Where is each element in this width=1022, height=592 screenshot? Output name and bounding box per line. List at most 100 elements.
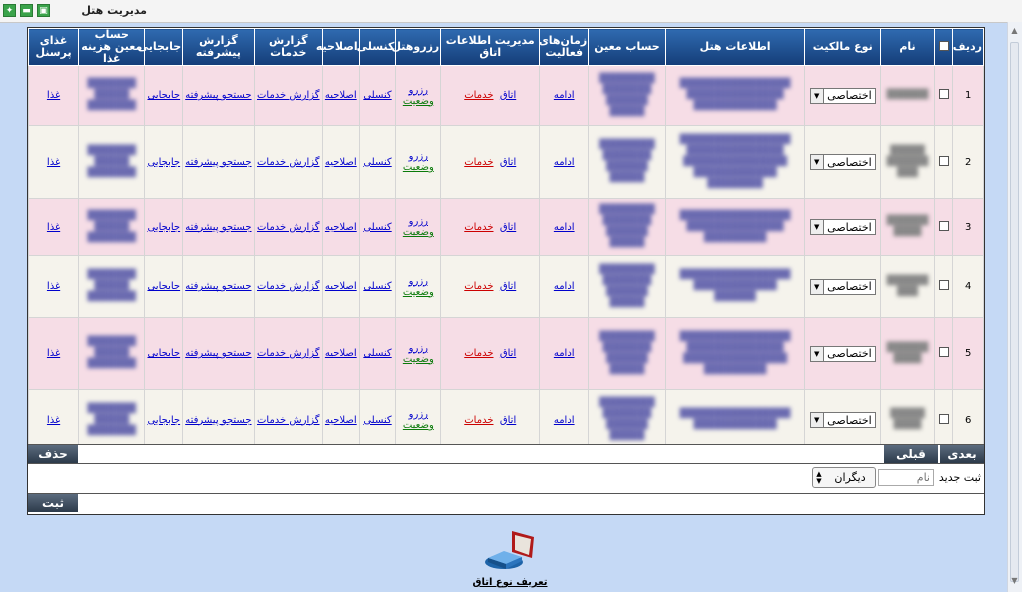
service-report-link[interactable]: گزارش خدمات — [257, 222, 320, 233]
row-account[interactable]: ████████ ███████ ██████ █████ — [588, 125, 666, 199]
status-link[interactable]: وضعیت — [403, 287, 434, 298]
row-continue-cell[interactable]: ادامه — [539, 125, 590, 199]
row-cancel-cell[interactable]: کنسلی — [358, 65, 397, 126]
advanced-search-link[interactable]: جستجو پیشرفته — [185, 157, 251, 168]
room-link[interactable]: اتاق — [500, 281, 516, 292]
scroll-down-icon[interactable]: ▼ — [1010, 576, 1019, 588]
scroll-thumb[interactable] — [1010, 42, 1019, 582]
row-amend-cell[interactable]: اصلاحیه — [321, 198, 360, 256]
amend-link[interactable]: اصلاحیه — [325, 157, 357, 168]
reserve-link[interactable]: رزرو — [409, 216, 428, 227]
continue-link[interactable]: ادامه — [554, 415, 575, 426]
transfer-link[interactable]: جابجایی — [147, 281, 180, 292]
services-link[interactable]: خدمات — [464, 415, 493, 426]
row-checkbox-cell[interactable] — [934, 389, 954, 451]
row-food-cell[interactable]: غذا — [28, 198, 80, 256]
reserve-link[interactable]: رزرو — [409, 85, 428, 96]
ownership-select[interactable]: اختصاصی ▼ — [809, 87, 876, 104]
room-link[interactable]: اتاق — [500, 348, 516, 359]
row-checkbox[interactable] — [938, 413, 949, 424]
row-ownership-cell[interactable]: اختصاصی ▼ — [804, 198, 881, 256]
vertical-scrollbar[interactable]: ▲ ▼ — [1007, 22, 1022, 592]
cancel-link[interactable]: کنسلی — [363, 222, 391, 233]
row-amend-cell[interactable]: اصلاحیه — [321, 255, 360, 318]
row-continue-cell[interactable]: ادامه — [539, 255, 590, 318]
row-amend-cell[interactable]: اصلاحیه — [321, 65, 360, 126]
services-link[interactable]: خدمات — [464, 157, 493, 168]
spinner-icon[interactable]: ▲ ▼ — [813, 470, 825, 485]
row-service-report-cell[interactable]: گزارش خدمات — [253, 389, 323, 451]
row-checkbox-cell[interactable] — [934, 255, 954, 318]
services-link[interactable]: خدمات — [464, 348, 493, 359]
row-advanced-search-cell[interactable]: جستجو پیشرفته — [182, 125, 255, 199]
row-account[interactable]: ████████ ███████ ██████ █████ — [588, 317, 666, 390]
advanced-search-link[interactable]: جستجو پیشرفته — [185, 348, 251, 359]
row-amend-cell[interactable]: اصلاحیه — [321, 125, 360, 199]
row-ownership-cell[interactable]: اختصاصی ▼ — [804, 389, 881, 451]
continue-link[interactable]: ادامه — [554, 281, 575, 292]
row-advanced-search-cell[interactable]: جستجو پیشرفته — [182, 65, 255, 126]
ownership-select[interactable]: اختصاصی ▼ — [809, 154, 876, 170]
food-link[interactable]: غذا — [47, 90, 60, 101]
row-amend-cell[interactable]: اصلاحیه — [321, 317, 360, 390]
row-cancel-cell[interactable]: کنسلی — [358, 255, 397, 318]
window-icon[interactable]: ✦ — [3, 4, 16, 17]
status-link[interactable]: وضعیت — [403, 96, 434, 107]
chevron-down-icon[interactable]: ▼ — [810, 413, 824, 427]
row-cancel-cell[interactable]: کنسلی — [358, 317, 397, 390]
ownership-select[interactable]: اختصاصی ▼ — [809, 412, 876, 428]
room-link[interactable]: اتاق — [500, 415, 516, 426]
row-account[interactable]: ████████ ███████ ██████ █████ — [588, 389, 666, 451]
row-checkbox[interactable] — [938, 89, 949, 99]
row-continue-cell[interactable]: ادامه — [539, 389, 590, 451]
define-room-type[interactable]: تعریف نوع اتاق — [470, 528, 550, 588]
row-transfer-cell[interactable]: جابجایی — [144, 389, 184, 451]
transfer-link[interactable]: جابجایی — [147, 90, 180, 101]
ownership-select[interactable]: اختصاصی ▼ — [809, 278, 876, 295]
room-link[interactable]: اتاق — [500, 90, 516, 101]
next-button[interactable]: بعدی — [940, 445, 984, 463]
row-service-report-cell[interactable]: گزارش خدمات — [253, 198, 323, 256]
row-transfer-cell[interactable]: جابجایی — [144, 255, 184, 318]
row-account[interactable]: ████████ ███████ ██████ █████ — [588, 198, 666, 256]
row-checkbox-cell[interactable] — [934, 198, 954, 256]
food-link[interactable]: غذا — [47, 281, 60, 292]
row-food-cell[interactable]: غذا — [28, 255, 80, 318]
status-link[interactable]: وضعیت — [403, 354, 434, 365]
reserve-link[interactable]: رزرو — [409, 343, 428, 354]
row-transfer-cell[interactable]: جابجایی — [144, 317, 184, 390]
row-ownership-cell[interactable]: اختصاصی ▼ — [804, 317, 881, 390]
amend-link[interactable]: اصلاحیه — [325, 90, 357, 101]
status-link[interactable]: وضعیت — [403, 162, 434, 173]
food-link[interactable]: غذا — [47, 415, 60, 426]
ownership-select[interactable]: اختصاصی ▼ — [809, 219, 876, 235]
row-continue-cell[interactable]: ادامه — [539, 198, 590, 256]
row-service-report-cell[interactable]: گزارش خدمات — [253, 65, 323, 126]
row-continue-cell[interactable]: ادامه — [539, 317, 590, 390]
continue-link[interactable]: ادامه — [554, 222, 575, 233]
row-advanced-search-cell[interactable]: جستجو پیشرفته — [182, 255, 255, 318]
service-report-link[interactable]: گزارش خدمات — [257, 348, 320, 359]
transfer-link[interactable]: جابجایی — [147, 157, 180, 168]
services-link[interactable]: خدمات — [464, 281, 493, 292]
reserve-link[interactable]: رزرو — [409, 151, 428, 162]
service-report-link[interactable]: گزارش خدمات — [257, 90, 320, 101]
type-select[interactable]: دیگران ▲ ▼ — [812, 467, 876, 488]
delete-button[interactable]: حذف — [28, 445, 78, 463]
row-account[interactable]: ████████ ███████ ██████ █████ — [588, 65, 666, 126]
amend-link[interactable]: اصلاحیه — [325, 281, 357, 292]
advanced-search-link[interactable]: جستجو پیشرفته — [185, 222, 251, 233]
chevron-down-icon[interactable]: ▼ — [810, 279, 824, 294]
chevron-down-icon[interactable]: ▼ — [810, 88, 824, 103]
row-checkbox[interactable] — [938, 220, 949, 231]
chevron-down-icon[interactable]: ▼ — [810, 346, 824, 361]
row-ownership-cell[interactable]: اختصاصی ▼ — [804, 125, 881, 199]
amend-link[interactable]: اصلاحیه — [325, 222, 357, 233]
scroll-up-icon[interactable]: ▲ — [1010, 26, 1019, 38]
continue-link[interactable]: ادامه — [554, 90, 575, 101]
row-account[interactable]: ████████ ███████ ██████ █████ — [588, 255, 666, 318]
continue-link[interactable]: ادامه — [554, 157, 575, 168]
chevron-down-icon[interactable]: ▼ — [810, 220, 824, 234]
status-link[interactable]: وضعیت — [403, 420, 434, 431]
advanced-search-link[interactable]: جستجو پیشرفته — [185, 90, 251, 101]
